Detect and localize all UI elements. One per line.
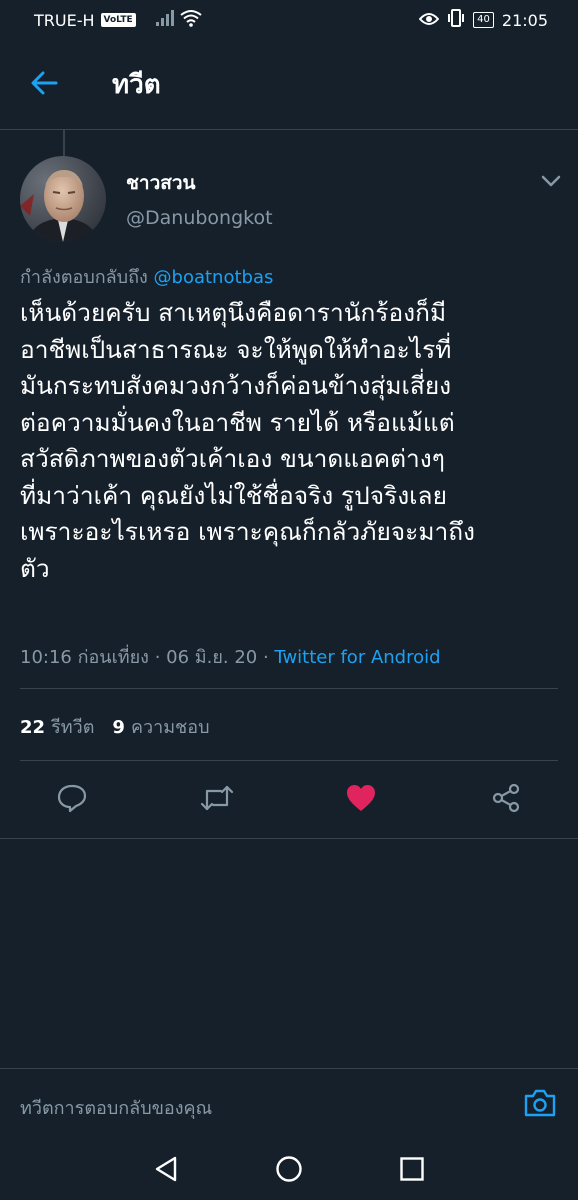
replying-to: กำลังตอบกลับถึง @boatnotbas xyxy=(20,262,273,291)
likes-stat[interactable]: 9 ความชอบ xyxy=(112,712,209,741)
retweet-button[interactable] xyxy=(197,780,237,820)
eye-icon xyxy=(418,11,440,30)
status-right: 40 21:05 xyxy=(418,9,548,31)
meta-separator: · xyxy=(257,647,275,668)
retweet-label: รีทวีต xyxy=(51,717,95,738)
reply-composer: ทวีตการตอบกลับของคุณ xyxy=(0,1068,578,1140)
triangle-back-icon xyxy=(153,1155,179,1187)
carrier-label: TRUE-H xyxy=(34,10,95,30)
replying-to-label: กำลังตอบกลับถึง xyxy=(20,267,148,288)
divider xyxy=(20,760,558,761)
volte-badge: VoLTE xyxy=(100,13,136,27)
retweets-stat[interactable]: 22 รีทวีต xyxy=(20,712,94,741)
back-button[interactable] xyxy=(14,55,74,115)
tweet-date: 06 มิ.ย. 20 xyxy=(166,647,258,668)
chevron-down-icon xyxy=(541,172,561,191)
status-left: TRUE-H VoLTE xyxy=(34,9,202,31)
author-handle[interactable]: @Danubongkot xyxy=(126,207,273,229)
author-name[interactable]: ชาวสวน xyxy=(126,168,196,198)
thread-connector-line xyxy=(63,130,65,156)
signal-icon xyxy=(155,10,174,30)
nav-home-button[interactable] xyxy=(273,1155,305,1187)
more-options-button[interactable] xyxy=(538,168,564,194)
tweet-text-line: สวัสดิภาพของตัวเค้าเอง ขนาดแอคต่างๆ xyxy=(20,444,445,473)
like-count: 9 xyxy=(112,717,125,738)
nav-recents-button[interactable] xyxy=(396,1155,428,1187)
tweet-text: เห็นด้วยครับ สาเหตุนึงคือดารานักร้องก็มี… xyxy=(20,295,560,587)
reply-input[interactable]: ทวีตการตอบกลับของคุณ xyxy=(20,1093,212,1122)
tweet-actions xyxy=(0,770,578,830)
tweet-text-line: ที่มาว่าเค้า คุณยังไม่ใช้ชื่อจริง รูปจริ… xyxy=(20,480,447,510)
camera-button[interactable] xyxy=(520,1085,560,1125)
camera-icon xyxy=(523,1088,557,1122)
arrow-left-icon xyxy=(30,71,58,99)
reply-button[interactable] xyxy=(52,780,92,820)
meta-separator: · xyxy=(148,647,167,668)
share-button[interactable] xyxy=(486,780,526,820)
tweet-stats: 22 รีทวีต 9 ความชอบ xyxy=(20,712,210,741)
tweet-time: 10:16 ก่อนเที่ยง xyxy=(20,647,149,668)
divider xyxy=(0,838,578,839)
tweet-text-line: มันกระทบสังคมวงกว้างก็ค่อนข้างสุ่มเสี่ยง xyxy=(20,371,452,400)
system-nav-bar xyxy=(0,1140,578,1200)
avatar[interactable] xyxy=(20,156,106,242)
wifi-icon xyxy=(180,9,202,31)
comment-icon xyxy=(56,783,88,817)
reply-mention-link[interactable]: @boatnotbas xyxy=(154,267,274,288)
tweet-text-line: เห็นด้วยครับ สาเหตุนึงคือดารานักร้องก็มี xyxy=(20,298,447,327)
page-title: ทวีต xyxy=(112,70,161,100)
nav-back-button[interactable] xyxy=(150,1155,182,1187)
divider xyxy=(20,688,558,689)
retweet-icon xyxy=(199,783,235,817)
like-button[interactable] xyxy=(341,780,381,820)
tweet-text-line: เพราะอะไรเหรอ เพราะคุณก็กลัวภัยจะมาถึง xyxy=(20,517,476,546)
battery-indicator: 40 xyxy=(473,12,494,28)
tweet-text-line: อาชีพเป็นสาธารณะ จะให้พูดให้ทำอะไรที่ xyxy=(20,334,452,364)
tweet-text-line: ต่อความมั่นคงในอาชีพ รายได้ หรือแม้แต่ xyxy=(20,407,455,437)
heart-filled-icon xyxy=(345,783,377,817)
like-label: ความชอบ xyxy=(130,717,210,738)
status-bar: TRUE-H VoLTE 40 21:05 xyxy=(0,0,578,40)
tweet-text-line: ตัว xyxy=(20,553,50,583)
clock-label: 21:05 xyxy=(501,10,548,30)
share-icon xyxy=(490,782,522,818)
vibrate-icon xyxy=(447,9,465,31)
circle-home-icon xyxy=(275,1155,303,1187)
tweet-source-link[interactable]: Twitter for Android xyxy=(274,647,440,668)
retweet-count: 22 xyxy=(20,717,46,738)
tweet-meta: 10:16 ก่อนเที่ยง · 06 มิ.ย. 20 · Twitter… xyxy=(20,642,441,671)
square-recents-icon xyxy=(399,1156,425,1186)
app-header: ทวีต xyxy=(0,40,578,130)
